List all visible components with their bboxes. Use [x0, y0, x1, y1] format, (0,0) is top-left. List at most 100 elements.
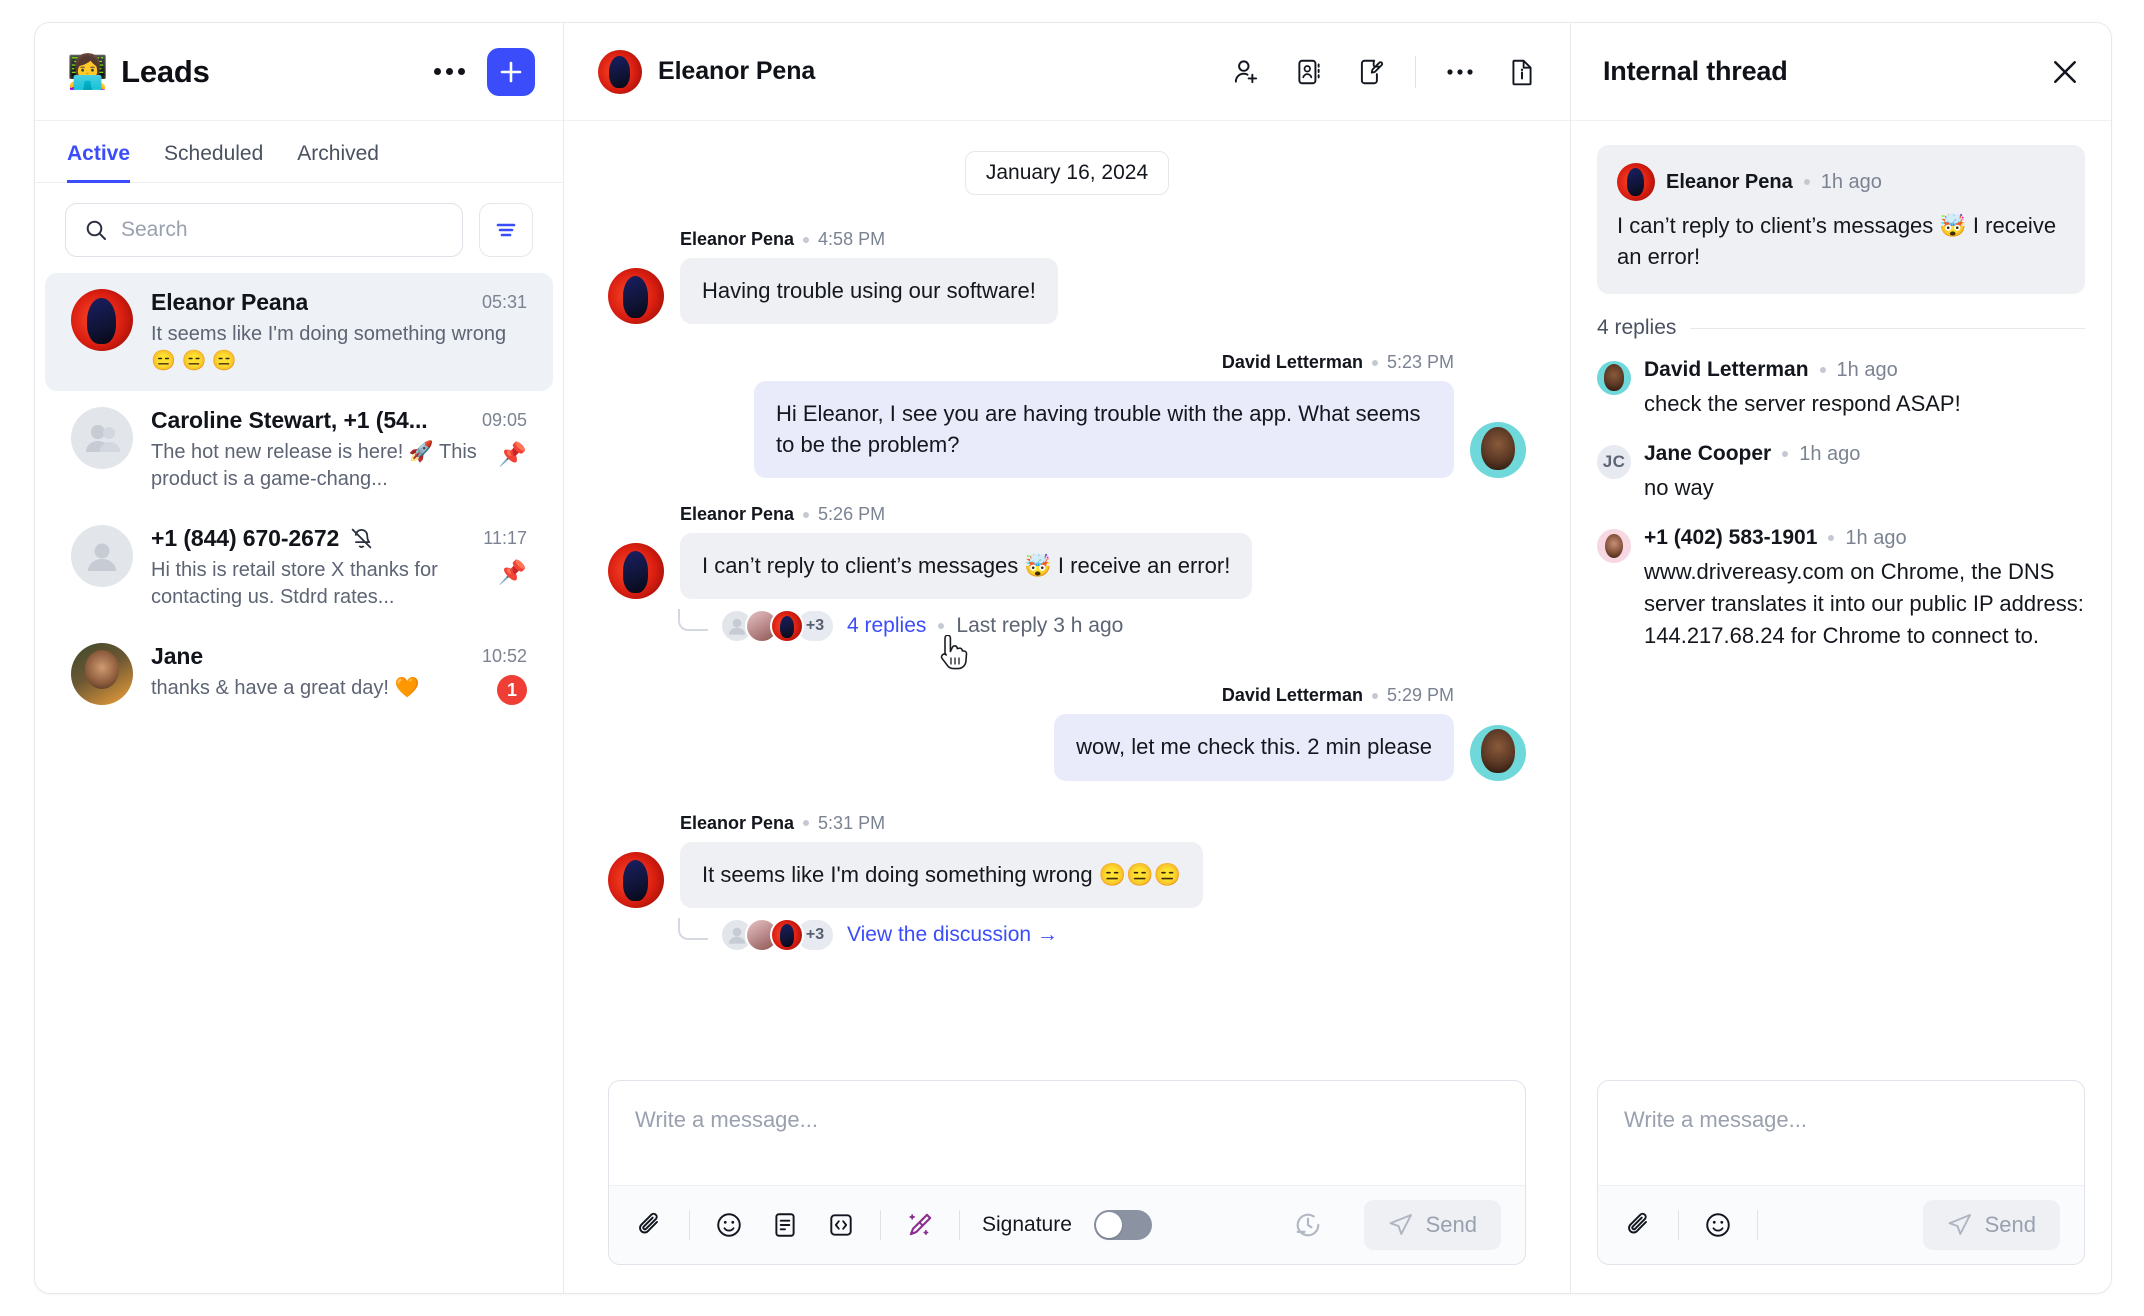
message-time: 5:26 PM: [818, 504, 886, 525]
thread-composer-toolbar: Send: [1598, 1185, 2084, 1264]
thread-composer-area: Write a message... Send: [1571, 1064, 2111, 1293]
tab-archived[interactable]: Archived: [297, 142, 379, 183]
message-time: 5:23 PM: [1386, 352, 1454, 373]
view-discussion-link[interactable]: View the discussion →: [847, 923, 1058, 947]
message-text: I can’t reply to client’s messages 🤯 I r…: [1617, 213, 2057, 270]
message-group: David Letterman 5:29 PM wow, let me chec…: [608, 685, 1526, 781]
messaging-app-window: 👩‍💻 Leads Active Scheduled Archived: [34, 22, 2112, 1294]
chat-composer: Write a message... Signature Send: [608, 1080, 1526, 1265]
info-document-icon[interactable]: [1504, 54, 1540, 90]
date-chip: January 16, 2024: [964, 151, 1170, 195]
divider: [880, 1210, 881, 1240]
list-item[interactable]: Eleanor Peana 05:31 It seems like I'm do…: [45, 273, 553, 391]
message-row: It seems like I'm doing something wrong …: [608, 841, 1526, 909]
attachment-icon[interactable]: [633, 1208, 667, 1242]
reply-meta: David Letterman 1h ago: [1644, 358, 2085, 382]
filter-icon: [496, 223, 516, 237]
thread-summary[interactable]: +3 4 replies Last reply 3 h ago: [678, 609, 1526, 670]
avatar: [1470, 724, 1526, 781]
message-text: no way: [1644, 475, 1714, 501]
filter-button[interactable]: [479, 203, 533, 257]
thread-composer: Write a message... Send: [1597, 1080, 2085, 1265]
more-options-icon[interactable]: [1442, 54, 1478, 90]
add-contact-icon[interactable]: [1229, 54, 1265, 90]
tab-active[interactable]: Active: [67, 142, 131, 183]
conversation-time: 09:05: [481, 410, 527, 430]
template-icon[interactable]: [768, 1208, 802, 1242]
search-icon: [86, 220, 106, 240]
schedule-icon[interactable]: [1292, 1209, 1324, 1241]
message-bubble: Hi Eleanor, I see you are having trouble…: [754, 381, 1454, 479]
chat-panel: Eleanor Pena January 16, 2024 Eleanor Pe…: [564, 23, 1571, 1293]
message-time: 1h ago: [1799, 442, 1861, 465]
separator-dot: [1819, 367, 1826, 374]
signature-toggle[interactable]: [1093, 1210, 1152, 1240]
send-icon: [1948, 1214, 1971, 1235]
message-group: Eleanor Pena 5:26 PM I can’t reply to cl…: [608, 504, 1526, 670]
thread-panel-title: Internal thread: [1603, 56, 1788, 86]
reply-meta: Jane Cooper 1h ago: [1644, 442, 2085, 466]
unread-badge: 1: [497, 675, 527, 705]
conversation-preview: The hot new release is here! 🚀 This prod…: [151, 441, 477, 490]
sidebar-search-row: [35, 183, 563, 271]
divider: [1415, 55, 1416, 88]
edit-note-icon[interactable]: [1353, 54, 1389, 90]
search-box[interactable]: [65, 203, 463, 257]
send-label: Send: [1984, 1212, 2036, 1237]
list-item[interactable]: Jane 10:52 thanks & have a great day! 🧡 …: [45, 627, 553, 721]
plus-icon: [500, 61, 522, 82]
list-item[interactable]: +1 (844) 670-2672 11:17 Hi this is retai…: [45, 509, 553, 627]
message-group: Eleanor Pena 4:58 PM Having trouble usin…: [608, 229, 1526, 325]
conversation-name: Jane: [151, 643, 204, 669]
replies-divider: 4 replies: [1597, 316, 2085, 340]
avatar: [598, 49, 642, 94]
message-author: David Letterman: [1644, 358, 1809, 382]
separator-dot: [803, 236, 810, 243]
new-conversation-button[interactable]: [487, 47, 535, 96]
thread-participants: +3: [720, 918, 835, 953]
thread-replies-link[interactable]: 4 replies: [847, 614, 926, 638]
more-options-icon[interactable]: [429, 52, 469, 92]
avatar: [770, 609, 804, 644]
tab-scheduled[interactable]: Scheduled: [164, 142, 263, 183]
message-bubble: I can’t reply to client’s messages 🤯 I r…: [680, 533, 1253, 600]
leads-emoji-icon: 👩‍💻: [67, 53, 109, 90]
conversation-time: 05:31: [481, 292, 527, 312]
emoji-icon[interactable]: [1701, 1208, 1735, 1242]
list-item[interactable]: Caroline Stewart, +1 (54... 09:05 The ho…: [45, 391, 553, 509]
message-group: David Letterman 5:23 PM Hi Eleanor, I se…: [608, 352, 1526, 479]
thread-message-input[interactable]: Write a message...: [1598, 1081, 2084, 1185]
conversation-name: Caroline Stewart, +1 (54...: [151, 407, 428, 433]
conversation-meta: 1: [487, 675, 527, 705]
avatar: [608, 543, 664, 600]
conversation-meta: 📌: [488, 557, 527, 587]
thread-send-button[interactable]: Send: [1922, 1200, 2060, 1250]
search-input[interactable]: [121, 218, 444, 242]
send-label: Send: [1425, 1212, 1477, 1237]
message-author: Jane Cooper: [1644, 442, 1772, 466]
thread-reply: David Letterman 1h ago check the server …: [1597, 358, 2085, 420]
internal-thread-panel: Internal thread Eleanor Pena 1h ago I ca…: [1571, 23, 2111, 1293]
emoji-icon[interactable]: [712, 1208, 746, 1242]
attachment-icon[interactable]: [1622, 1208, 1656, 1242]
chat-contact-name: Eleanor Pena: [658, 57, 816, 85]
message-author: David Letterman: [1221, 685, 1363, 706]
thread-summary[interactable]: +3 View the discussion →: [678, 918, 1526, 953]
message-input[interactable]: Write a message...: [609, 1081, 1525, 1185]
divider: [1678, 1210, 1679, 1240]
avatar: [770, 918, 804, 953]
group-placeholder-icon: [86, 425, 120, 452]
separator-dot: [1782, 451, 1789, 458]
code-snippet-icon[interactable]: [824, 1208, 858, 1242]
conversations-sidebar: 👩‍💻 Leads Active Scheduled Archived: [35, 23, 564, 1293]
close-icon[interactable]: [2049, 56, 2081, 88]
send-button[interactable]: Send: [1363, 1200, 1501, 1250]
sidebar-header-actions: [429, 47, 535, 96]
avatar: [71, 407, 133, 469]
contact-card-icon[interactable]: [1291, 54, 1327, 90]
thread-root-meta: Eleanor Pena 1h ago: [1617, 163, 2065, 201]
avatar: [1597, 529, 1631, 564]
ai-magic-icon[interactable]: [903, 1208, 937, 1242]
chat-composer-area: Write a message... Signature Send: [564, 1058, 1570, 1293]
message-meta: Eleanor Pena 5:31 PM: [680, 813, 1526, 834]
